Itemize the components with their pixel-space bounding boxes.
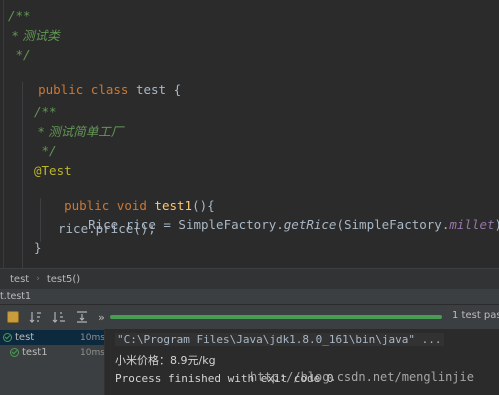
- sort-alpha-button[interactable]: [26, 307, 46, 327]
- stop-icon: [7, 311, 19, 323]
- class-doc-desc: * 测试类: [8, 28, 60, 43]
- test-annotation: @Test: [34, 163, 72, 178]
- run-toolbar: » 1 test passed: [0, 305, 499, 329]
- class-keywords: public class: [38, 82, 129, 97]
- passed-check-icon: [3, 333, 12, 342]
- more-actions-chevron-icon[interactable]: »: [98, 311, 105, 324]
- stmt-part-c: );: [495, 217, 499, 232]
- tree-child-label: test1: [22, 347, 48, 358]
- console-output[interactable]: "C:\Program Files\Java\jdk1.8.0_161\bin\…: [104, 329, 499, 395]
- gutter-guide: [3, 0, 4, 268]
- method-close-brace: }: [34, 240, 42, 255]
- tree-root-time: 10ms: [80, 332, 105, 343]
- sort-duration-button[interactable]: [49, 307, 69, 327]
- breadcrumb: test › test5(): [0, 268, 499, 289]
- sort-alpha-icon: [29, 312, 41, 323]
- stmt-field: millet: [449, 217, 495, 232]
- breadcrumb-separator: ›: [36, 274, 40, 284]
- class-doc-close: */: [8, 47, 31, 62]
- class-name: test {: [128, 82, 182, 97]
- tree-item-root[interactable]: test 10ms: [0, 330, 105, 345]
- test-tree: test 10ms test1 10ms: [0, 329, 105, 395]
- run-tab-header: t.test1: [0, 289, 499, 305]
- test-progress-bar: [110, 315, 442, 319]
- class-doc-open: /**: [8, 8, 31, 23]
- stmt-static-call: getRice: [283, 217, 337, 232]
- breadcrumb-method[interactable]: test5(): [47, 274, 80, 285]
- code-editor[interactable]: /** * 测试类 */ public class test { /** * 测…: [0, 0, 499, 268]
- expand-all-button[interactable]: [72, 307, 92, 327]
- stmt-part-b: (SimpleFactory.: [336, 217, 450, 232]
- run-tab-title[interactable]: t.test1: [0, 291, 31, 302]
- tree-child-time: 10ms: [80, 347, 105, 358]
- statement-price: rice.price();: [58, 221, 156, 236]
- method-doc-close: */: [34, 143, 57, 158]
- console-output-line: 小米价格：8.9元/kg: [115, 354, 216, 367]
- passed-check-icon: [10, 348, 19, 357]
- test-status-text: 1 test passed: [452, 310, 499, 321]
- method-doc-desc: * 测试简单工厂: [34, 124, 124, 139]
- stop-button[interactable]: [3, 307, 23, 327]
- expand-all-icon: [77, 311, 87, 323]
- watermark-text: http://blog.csdn.net/menglinjie: [250, 370, 474, 384]
- console-command-line: "C:\Program Files\Java\jdk1.8.0_161\bin\…: [115, 333, 444, 346]
- tree-item-test1[interactable]: test1 10ms: [0, 345, 105, 360]
- method-doc-open: /**: [34, 104, 57, 119]
- sort-duration-icon: [52, 312, 65, 323]
- breadcrumb-class[interactable]: test: [10, 274, 29, 285]
- tree-root-label: test: [15, 332, 35, 343]
